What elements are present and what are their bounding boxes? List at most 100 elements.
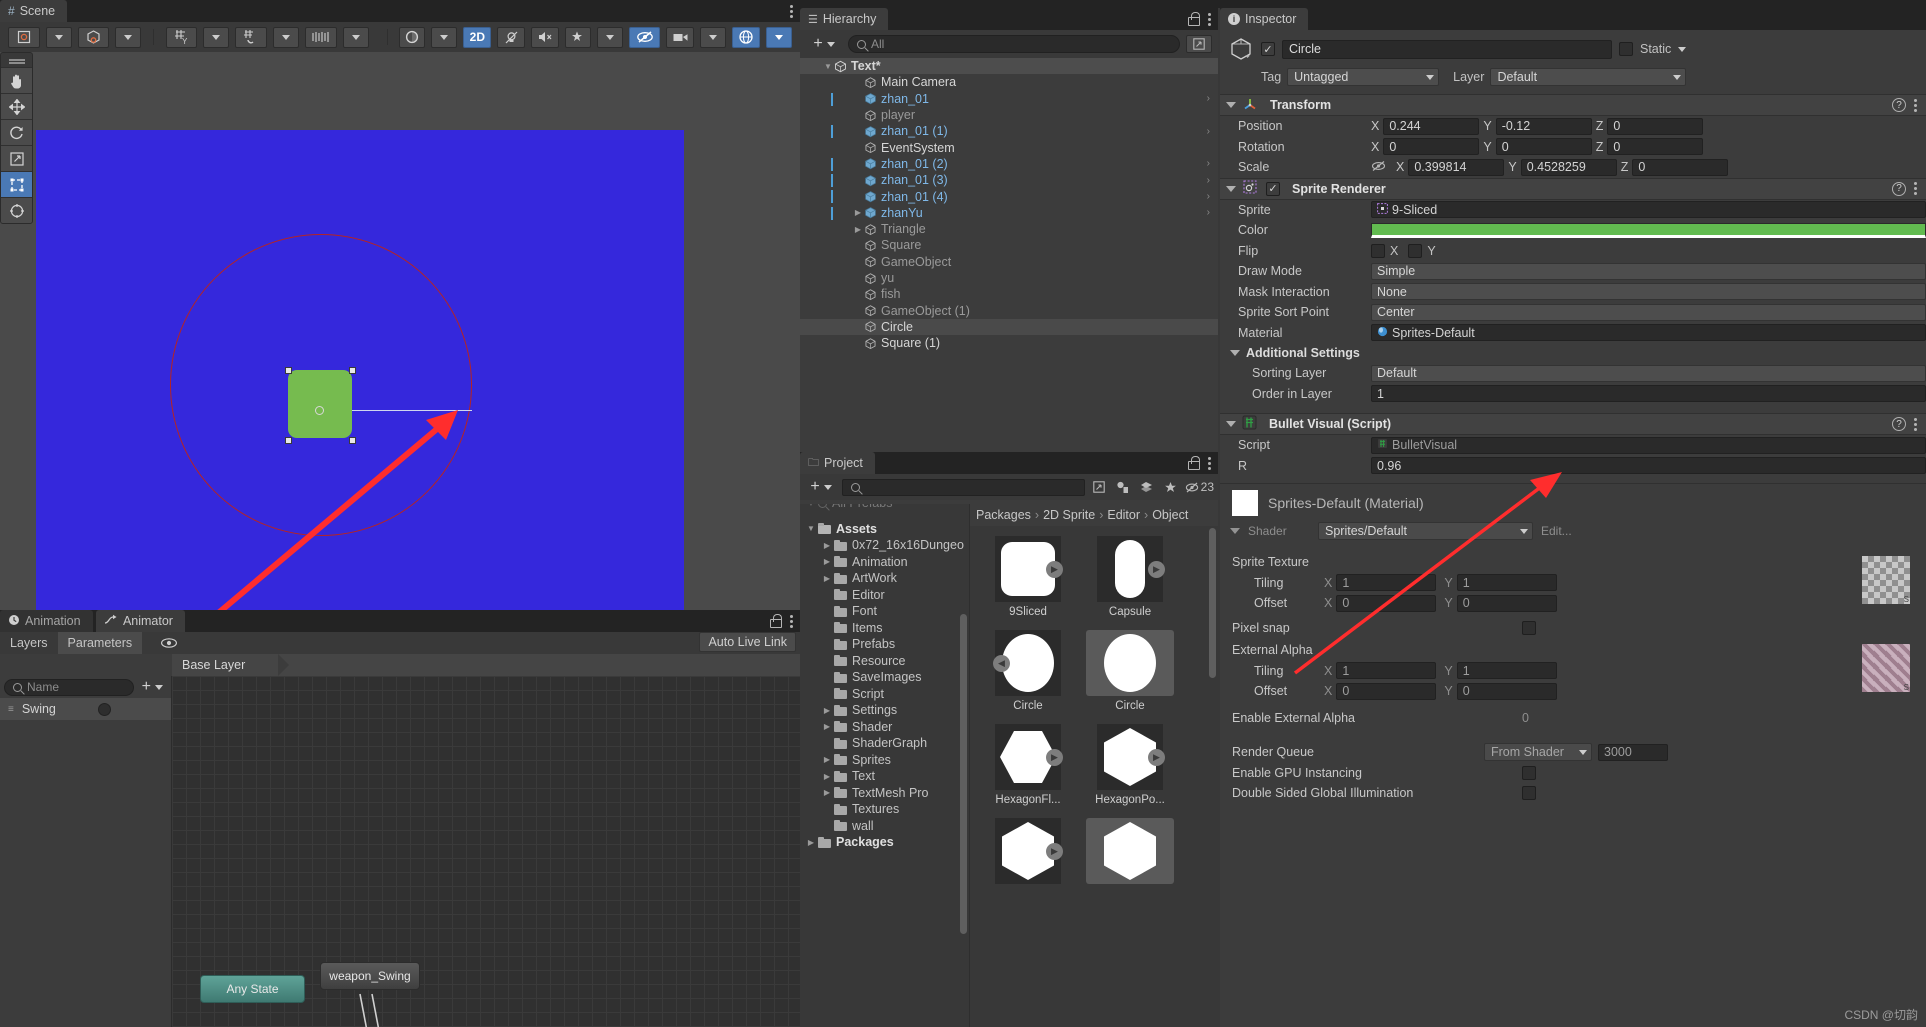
bullet-visual-options-kebab[interactable] [1914, 417, 1918, 432]
snap-increment-dropdown[interactable] [342, 26, 369, 48]
eye-icon[interactable] [142, 637, 196, 649]
snap-increment-button[interactable] [304, 26, 337, 48]
asset-cell[interactable]: ◀ Circle [982, 630, 1074, 712]
transform-fields[interactable]: Position X 0.244 Y -0.12 Z 0 Rotation X 0 Y 0 Z 0 Scal… [1220, 116, 1926, 178]
hierarchy-twisty[interactable]: ▶ [852, 225, 864, 234]
field-order-in-layer[interactable]: Order in Layer 1 [1220, 384, 1926, 405]
gizmos-toggle[interactable] [732, 26, 761, 48]
external-alpha-texture-slot[interactable]: S [1862, 644, 1910, 692]
tab-animation[interactable]: Animation [0, 610, 93, 632]
asset-cell[interactable]: Circle [1084, 630, 1176, 712]
project-tree-row-text[interactable]: ▶ Text [800, 768, 969, 785]
project-lock-icon[interactable] [1187, 456, 1200, 470]
breadcrumb-item[interactable]: 2D Sprite [1043, 508, 1095, 522]
animator-state-graph[interactable]: Any State weapon_Swing [172, 676, 800, 1027]
project-tree-row-script[interactable]: Script [800, 686, 969, 703]
r-input[interactable]: 0.96 [1371, 457, 1926, 475]
asset-expand-badge[interactable]: ▶ [1046, 749, 1063, 766]
add-parameter-button[interactable]: + [138, 679, 167, 695]
field-r[interactable]: R 0.96 [1220, 456, 1926, 477]
asset-thumbnail[interactable]: ▶ [995, 536, 1063, 602]
transform-x-input[interactable]: 0.244 [1383, 117, 1480, 135]
asset-thumbnail[interactable]: ▶ [1097, 724, 1165, 790]
transform-row-rotation[interactable]: Rotation X 0 Y 0 Z 0 [1220, 137, 1926, 158]
rect-handle-tl[interactable] [285, 367, 292, 374]
help-icon[interactable]: ? [1892, 98, 1906, 112]
hierarchy-twisty[interactable]: ▼ [822, 62, 834, 71]
hierarchy-row-square-1[interactable]: Square (1) [800, 335, 1218, 351]
hand-tool[interactable] [1, 67, 32, 93]
hierarchy-row-zhan-01-3[interactable]: zhan_01 (3) › [800, 172, 1218, 188]
hierarchy-row-gameobject-1[interactable]: GameObject (1) [800, 302, 1218, 318]
project-tree-row-saveimages[interactable]: SaveImages [800, 669, 969, 686]
project-tree-row-0x72-16x16dungeo[interactable]: ▶ 0x72_16x16Dungeo [800, 537, 969, 554]
lighting-toggle[interactable] [497, 26, 526, 48]
rect-handle-bl[interactable] [285, 437, 292, 444]
hidden-assets-counter[interactable]: 23 [1185, 478, 1214, 496]
project-tree-twisty[interactable]: ▶ [820, 541, 834, 550]
tab-scene[interactable]: # Scene [0, 0, 68, 22]
hierarchy-row-fish[interactable]: fish [800, 286, 1218, 302]
row-render-queue[interactable]: Render Queue From Shader 3000 [1220, 742, 1926, 763]
pivot-mode-dropdown[interactable] [115, 26, 142, 48]
uniform-scale-lock-icon[interactable] [1371, 160, 1386, 175]
asset-thumbnail[interactable]: ◀ [993, 630, 1061, 696]
draw-mode-button[interactable] [399, 26, 426, 48]
project-tree-row-wall[interactable]: wall [800, 818, 969, 835]
rect-tool[interactable] [1, 171, 32, 197]
field-sorting-layer[interactable]: Sorting Layer Default [1220, 363, 1926, 384]
render-queue-dropdown[interactable]: From Shader [1484, 743, 1592, 762]
sprite-renderer-component-header[interactable]: ✓ Sprite Renderer ? [1220, 177, 1926, 200]
transform-row-scale[interactable]: Scale X 0.399814 Y 0.4528259 Z 0 [1220, 157, 1926, 178]
grid-visibility-button[interactable]: Y [165, 26, 198, 48]
hierarchy-row-triangle[interactable]: ▶ Triangle [800, 221, 1218, 237]
project-tree-twisty[interactable]: ▶ [820, 574, 834, 583]
asset-grid-scrollbar[interactable] [1208, 528, 1217, 1023]
hierarchy-row-square[interactable]: Square [800, 237, 1218, 253]
lock-icon[interactable] [1187, 12, 1200, 26]
pixel-snap-checkbox[interactable] [1522, 620, 1536, 635]
project-tree-row-settings[interactable]: ▶ Settings [800, 702, 969, 719]
prefab-open-chevron[interactable]: › [1207, 207, 1210, 218]
transform-component-header[interactable]: Transform ? [1220, 94, 1926, 116]
subtab-layers[interactable]: Layers [0, 632, 58, 654]
hierarchy-row-zhanyu[interactable]: ▶ zhanYu › [800, 205, 1218, 221]
project-add-button[interactable]: + [804, 477, 838, 498]
project-tree-twisty[interactable]: ▶ [820, 722, 834, 731]
static-checkbox[interactable] [1619, 42, 1633, 56]
material-object-field[interactable]: Sprites-Default [1371, 324, 1926, 342]
asset-cell[interactable]: ▶ Capsule [1084, 536, 1176, 618]
breadcrumb-item[interactable]: Packages [976, 508, 1031, 522]
trigger-toggle[interactable] [98, 702, 111, 716]
row-enable-external-alpha[interactable]: Enable External Alpha 0 [1220, 708, 1926, 729]
hierarchy-row-text[interactable]: ▼ Text* [800, 58, 1218, 75]
transform-y-input[interactable]: 0 [1495, 138, 1592, 156]
hierarchy-row-zhan-01[interactable]: zhan_01 › [800, 91, 1218, 107]
transform-row-position[interactable]: Position X 0.244 Y -0.12 Z 0 [1220, 116, 1926, 137]
flip-y-checkbox[interactable] [1408, 243, 1423, 258]
project-tree-row-textures[interactable]: Textures [800, 801, 969, 818]
sprite-texture-slot[interactable]: S [1862, 556, 1910, 604]
project-tree-row-editor[interactable]: Editor [800, 587, 969, 604]
row-ext-tiling[interactable]: Tiling X 1 Y 1 [1220, 661, 1862, 682]
sprite-renderer-options-kebab[interactable] [1914, 181, 1918, 196]
tab-inspector[interactable]: i Inspector [1220, 8, 1309, 30]
project-tree-row-shader[interactable]: ▶ Shader [800, 719, 969, 736]
rect-handle-br[interactable] [349, 437, 356, 444]
gizmos-dropdown[interactable] [766, 26, 793, 48]
project-tree-twisty[interactable]: ▼ [804, 524, 818, 533]
gameobject-enabled-checkbox[interactable]: ✓ [1261, 42, 1275, 56]
project-tree-twisty[interactable]: ▶ [820, 772, 834, 781]
field-material[interactable]: Material Sprites-Default [1220, 323, 1926, 344]
transform-z-input[interactable]: 0 [1607, 117, 1704, 135]
favorites-star-icon[interactable] [1161, 478, 1181, 496]
asset-cell[interactable]: ▶ [982, 818, 1074, 888]
double-sided-checkbox[interactable] [1522, 786, 1536, 801]
asset-thumbnail[interactable]: ▶ [995, 818, 1063, 884]
transform-z-input[interactable]: 0 [1632, 158, 1729, 176]
camera-settings-dropdown[interactable] [700, 26, 727, 48]
project-folder-tree[interactable]: ▼ All Prefabs ▼Assets▶0x72_16x16Dungeo▶A… [800, 504, 970, 1027]
asset-grid[interactable]: ▶ 9Sliced ▶ Capsule ◀ Circle Circle ▶ HexagonFl.… [970, 526, 1208, 1027]
pivot-handle[interactable] [315, 406, 324, 415]
transform-foldout-triangle[interactable] [1226, 102, 1236, 108]
